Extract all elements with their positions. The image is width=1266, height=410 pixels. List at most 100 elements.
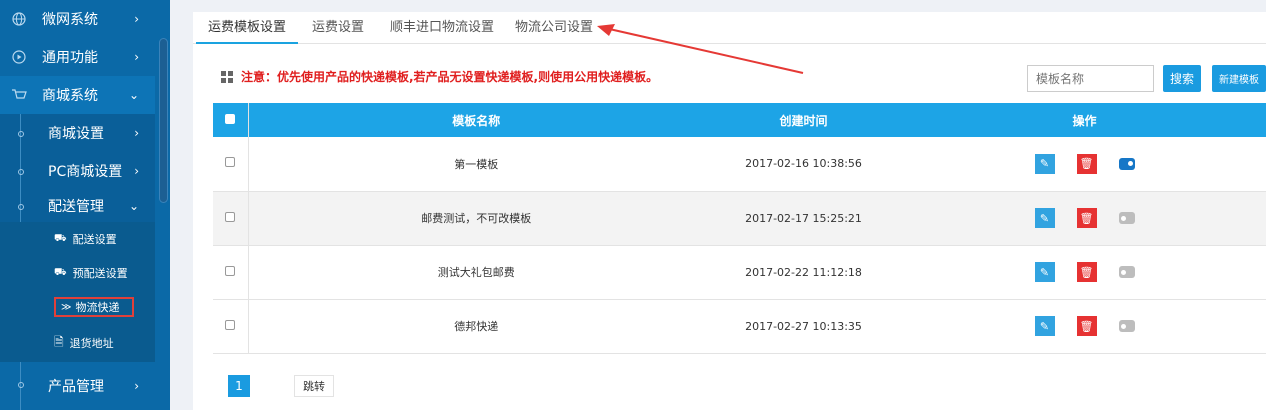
sidebar-sub-mall-settings[interactable]: 商城设置 ›: [0, 114, 155, 152]
receipt-icon: 🗎: [54, 334, 64, 349]
sidebar-sub3-label: 配送设置: [72, 233, 117, 246]
toggle-knob: [1127, 161, 1133, 167]
sidebar-item-weiwang[interactable]: 微网系统 ›: [0, 0, 155, 38]
tree-dot: [18, 131, 24, 137]
chevron-right-icon: ›: [134, 12, 139, 26]
new-template-button[interactable]: 新建模板: [1212, 65, 1266, 92]
chevron-right-icon: ›: [134, 164, 139, 178]
actions-cell: ✎ 🗑: [903, 245, 1266, 300]
tab-freight-template[interactable]: 运费模板设置: [196, 12, 299, 44]
chevron-down-icon: ⌄: [128, 88, 139, 102]
page-number[interactable]: 1: [228, 375, 250, 397]
toggle-switch[interactable]: [1118, 157, 1135, 170]
row-check-cell: [213, 299, 249, 354]
row-checkbox[interactable]: [225, 265, 236, 276]
grid-icon: [221, 70, 233, 83]
table-row: 德邦快递 2017-02-27 10:13:35 ✎ 🗑: [213, 299, 1266, 354]
truck-icon: ⛟: [54, 232, 67, 244]
toggle-knob: [1120, 323, 1126, 329]
sidebar-scrollbar-thumb[interactable]: [159, 38, 168, 203]
created-time: 2017-02-22 11:12:18: [704, 245, 903, 300]
template-name: 邮费测试，不可改模板: [248, 191, 704, 246]
toggle-switch[interactable]: [1118, 212, 1135, 224]
sidebar-sub3-label: 退货地址: [69, 337, 114, 350]
column-header: 创建时间: [704, 103, 903, 137]
sidebar-sub-label: 商城设置: [48, 126, 104, 142]
created-time: 2017-02-17 15:25:21: [704, 191, 903, 246]
toggle-switch[interactable]: [1118, 320, 1135, 332]
highlight-box: [54, 297, 134, 317]
search-input[interactable]: [1027, 65, 1154, 92]
toggle-knob: [1120, 215, 1126, 221]
main-content: 运费模板设置 运费设置 顺丰进口物流设置 物流公司设置 注意：优先使用产品的快递…: [178, 0, 1266, 410]
sidebar-item-delivery-settings[interactable]: ⛟ 配送设置: [0, 222, 155, 256]
sidebar-item-mall[interactable]: 商城系统 ⌄: [0, 76, 155, 114]
table-row: 邮费测试，不可改模板 2017-02-17 15:25:21 ✎ 🗑: [213, 191, 1266, 246]
sidebar-item-pre-delivery[interactable]: ⛟ 预配送设置: [0, 256, 155, 290]
actions-cell: ✎ 🗑: [903, 137, 1266, 192]
template-name: 测试大礼包邮费: [248, 245, 704, 300]
actions-cell: ✎ 🗑: [903, 299, 1266, 354]
trash-icon[interactable]: 🗑: [1076, 316, 1097, 336]
cart-icon: [10, 86, 28, 104]
template-table: 模板名称 创建时间 操作 第一模板 2017-02-16 10:38:56 ✎ …: [213, 103, 1266, 354]
play-circle-icon: [10, 48, 28, 66]
sidebar-sub-label: 产品管理: [48, 379, 104, 395]
notice-text: 注意：优先使用产品的快递模板,若产品无设置快递模板,则使用公用快递模板。: [241, 70, 659, 84]
sidebar-item-label: 通用功能: [42, 50, 98, 66]
sidebar-item-label: 微网系统: [42, 12, 98, 28]
chevron-right-icon: ›: [134, 379, 139, 393]
tree-dot: [18, 204, 24, 210]
row-check-cell: [213, 191, 249, 246]
row-checkbox[interactable]: [225, 157, 236, 168]
actions-cell: ✎ 🗑: [903, 191, 1266, 246]
column-header: 操作: [903, 103, 1266, 137]
edit-icon[interactable]: ✎: [1034, 208, 1055, 228]
tree-dot: [18, 169, 24, 175]
sidebar-item-label: 商城系统: [42, 88, 98, 104]
created-time: 2017-02-16 10:38:56: [704, 137, 903, 192]
toggle-switch[interactable]: [1118, 266, 1135, 278]
edit-icon[interactable]: ✎: [1034, 262, 1055, 282]
table-row: 第一模板 2017-02-16 10:38:56 ✎ 🗑: [213, 137, 1266, 192]
sidebar-sub-delivery[interactable]: 配送管理 ⌄: [0, 190, 155, 222]
template-name: 德邦快递: [248, 299, 704, 354]
row-checkbox[interactable]: [225, 211, 236, 222]
trash-icon[interactable]: 🗑: [1076, 208, 1097, 228]
notice: 注意：优先使用产品的快递模板,若产品无设置快递模板,则使用公用快递模板。: [221, 68, 658, 85]
chevron-right-icon: ›: [134, 50, 139, 64]
created-time: 2017-02-27 10:13:35: [704, 299, 903, 354]
globe-icon: [10, 10, 28, 28]
edit-icon[interactable]: ✎: [1034, 153, 1055, 174]
edit-icon[interactable]: ✎: [1034, 316, 1055, 336]
column-header: 模板名称: [248, 103, 704, 137]
tree-dot: [18, 382, 24, 388]
row-check-cell: [213, 137, 249, 192]
sidebar: 微网系统 › 通用功能 › 商城系统 ⌄ 商城设置 › PC商城设置 › 配送管…: [0, 0, 170, 410]
truck-icon: ⛟: [54, 266, 67, 278]
page-jump-input[interactable]: [254, 375, 294, 397]
trash-icon[interactable]: 🗑: [1076, 262, 1097, 282]
sidebar-item-return-address[interactable]: 🗎 退货地址: [0, 324, 155, 362]
sidebar-sub3-label: 预配送设置: [72, 267, 128, 280]
jump-button[interactable]: 跳转: [294, 375, 334, 397]
tab-sf-import[interactable]: 顺丰进口物流设置: [378, 12, 506, 44]
sidebar-item-logistics[interactable]: ≫ 物流快递: [0, 290, 155, 324]
tab-freight-settings[interactable]: 运费设置: [300, 12, 376, 44]
row-checkbox[interactable]: [225, 319, 236, 330]
content-panel: 运费模板设置 运费设置 顺丰进口物流设置 物流公司设置 注意：优先使用产品的快递…: [193, 12, 1266, 410]
tab-logistics-company[interactable]: 物流公司设置: [503, 12, 605, 44]
search-button[interactable]: 搜索: [1163, 65, 1201, 92]
sidebar-sub-pc-mall[interactable]: PC商城设置 ›: [0, 152, 155, 190]
select-all-checkbox[interactable]: [225, 114, 236, 124]
sidebar-item-products[interactable]: 产品管理 ›: [0, 362, 155, 410]
row-check-cell: [213, 245, 249, 300]
sidebar-item-general[interactable]: 通用功能 ›: [0, 38, 155, 76]
select-all-cell: [213, 103, 249, 137]
chevron-right-icon: ›: [134, 126, 139, 140]
trash-icon[interactable]: 🗑: [1076, 153, 1097, 174]
chevron-down-icon: ⌄: [128, 199, 139, 213]
template-name: 第一模板: [248, 137, 704, 192]
sidebar-sub-label: PC商城设置: [48, 164, 123, 180]
sidebar-sub-label: 配送管理: [48, 199, 104, 215]
